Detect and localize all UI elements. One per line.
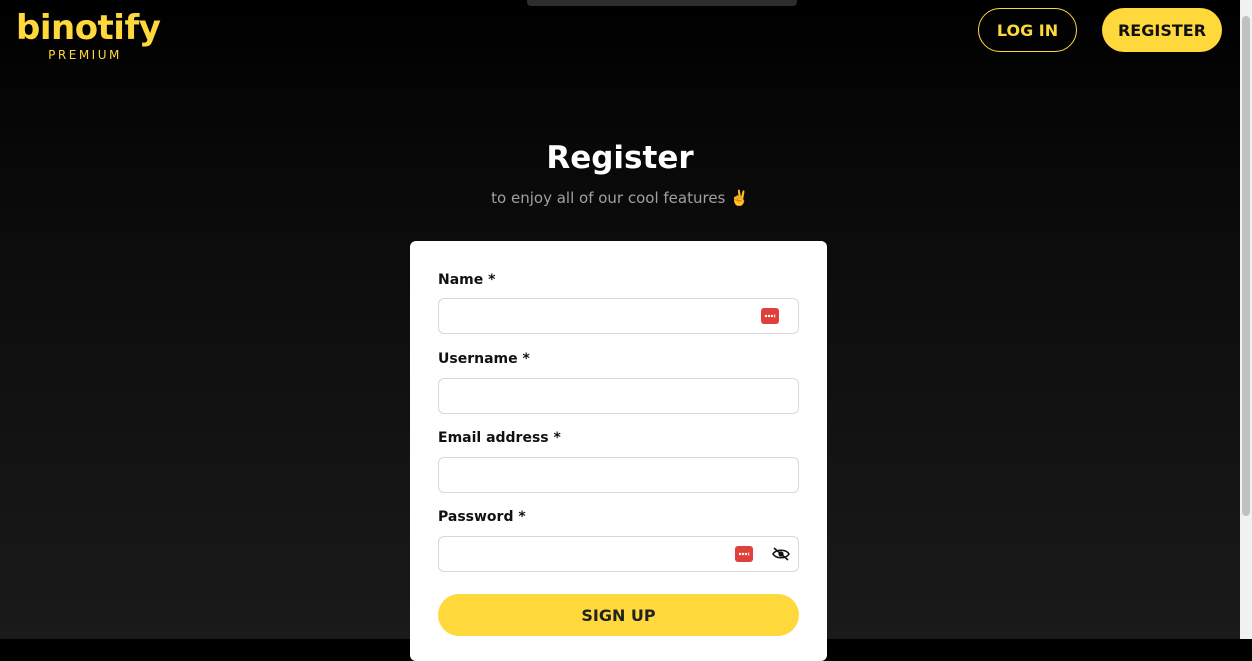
email-input[interactable] [438, 457, 799, 493]
register-form-card: Name * Username * Email address * Passwo… [410, 241, 827, 661]
password-manager-icon[interactable] [735, 546, 753, 562]
browser-topbar-tab [527, 0, 797, 6]
scrollbar-thumb[interactable] [1242, 16, 1250, 516]
page-title: Register [546, 140, 694, 176]
email-label: Email address * [438, 430, 561, 446]
username-input[interactable] [438, 378, 799, 414]
brand-tier: PREMIUM [48, 48, 122, 62]
sign-up-button[interactable]: SIGN UP [438, 594, 799, 636]
name-label: Name * [438, 272, 496, 288]
register-button[interactable]: REGISTER [1102, 8, 1222, 52]
username-label: Username * [438, 351, 530, 367]
brand-name: binotify [16, 8, 161, 48]
name-input[interactable] [438, 298, 799, 334]
password-input[interactable] [438, 536, 799, 572]
page-subtitle: to enjoy all of our cool features ✌️ [491, 189, 749, 207]
eye-off-icon[interactable] [772, 546, 790, 562]
password-label: Password * [438, 509, 526, 525]
brand-logo[interactable]: binotify PREMIUM [16, 6, 161, 62]
login-button[interactable]: LOG IN [978, 8, 1077, 52]
password-manager-icon[interactable] [761, 308, 779, 324]
scrollbar[interactable] [1240, 0, 1252, 639]
